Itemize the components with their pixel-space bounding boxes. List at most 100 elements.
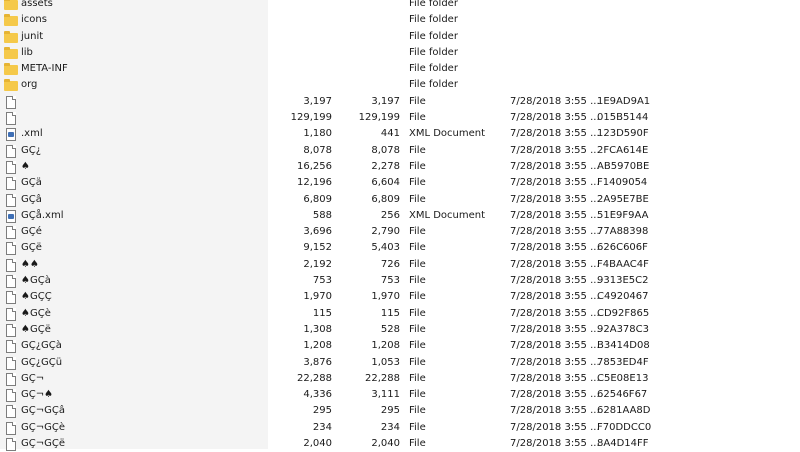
file-type: File bbox=[409, 95, 426, 107]
packed-size: 6,809 bbox=[371, 193, 400, 205]
file-list-row[interactable]: GÇé 3,696 2,790 File 7/28/2018 3:55 ... 77A88… bbox=[0, 224, 800, 240]
file-list-row[interactable]: META-INF File folder bbox=[0, 61, 800, 77]
packed-size: 3,111 bbox=[371, 389, 400, 401]
file-list-row[interactable]: ♠GÇà 753 753 File 7/28/2018 3:55 ... 9313E5C2 bbox=[0, 273, 800, 289]
file-icon bbox=[6, 226, 16, 240]
file-size: 3,696 bbox=[303, 226, 332, 238]
file-type: File folder bbox=[409, 14, 458, 26]
file-list-row[interactable]: GÇ¬GÇè 234 234 File 7/28/2018 3:55 ... F70DDC… bbox=[0, 420, 800, 436]
packed-size: 528 bbox=[380, 323, 400, 335]
crc-value: 92A378C3 bbox=[597, 323, 649, 335]
file-list-row[interactable]: GÇ¬♠ 4,336 3,111 File 7/28/2018 3:55 ... 6254… bbox=[0, 387, 800, 403]
file-size: 16,256 bbox=[297, 160, 332, 172]
file-size: 753 bbox=[312, 275, 332, 287]
file-type: File bbox=[409, 291, 426, 303]
packed-size: 2,040 bbox=[371, 438, 400, 450]
file-type: File bbox=[409, 112, 426, 124]
crc-value: 626C606F bbox=[597, 242, 648, 254]
file-icon bbox=[6, 160, 16, 174]
crc-value: 9313E5C2 bbox=[597, 275, 649, 287]
crc-value: 2A95E7BE bbox=[597, 193, 649, 205]
file-type: File bbox=[409, 177, 426, 189]
file-list-row[interactable]: org File folder bbox=[0, 77, 800, 93]
xml-file-icon bbox=[6, 128, 16, 142]
file-list-row[interactable]: GÇå.xml 588 256 XML Document 7/28/2018 3:55 … bbox=[0, 208, 800, 224]
file-name: GÇ¿ bbox=[21, 144, 42, 156]
crc-value: 51E9F9AA bbox=[597, 209, 649, 221]
file-list-row[interactable]: GÇ¿ 8,078 8,078 File 7/28/2018 3:55 ... 2FCA6… bbox=[0, 143, 800, 159]
date-modified: 7/28/2018 3:55 ... bbox=[510, 177, 600, 189]
crc-value: B3414D08 bbox=[597, 340, 650, 352]
file-list-row[interactable]: ♠GÇë 1,308 528 File 7/28/2018 3:55 ... 92A378… bbox=[0, 322, 800, 338]
file-type: File bbox=[409, 144, 426, 156]
file-list-row[interactable]: GÇ¬ 22,288 22,288 File 7/28/2018 3:55 ... C5E… bbox=[0, 371, 800, 387]
file-size: 4,336 bbox=[303, 389, 332, 401]
file-icon bbox=[6, 275, 16, 289]
file-list-row[interactable]: GÇâ 6,809 6,809 File 7/28/2018 3:55 ... 2A95E… bbox=[0, 192, 800, 208]
file-list-row[interactable]: icons File folder bbox=[0, 12, 800, 28]
file-list-row[interactable]: ♠ 16,256 2,278 File 7/28/2018 3:55 ... AB5970… bbox=[0, 159, 800, 175]
file-icon bbox=[6, 291, 16, 305]
file-type: File bbox=[409, 438, 426, 450]
file-icon bbox=[6, 144, 16, 158]
date-modified: 7/28/2018 3:55 ... bbox=[510, 421, 600, 433]
file-icon bbox=[6, 372, 16, 386]
date-modified: 7/28/2018 3:55 ... bbox=[510, 291, 600, 303]
file-name: ♠GÇè bbox=[21, 307, 51, 319]
crc-value: F4BAAC4F bbox=[597, 258, 649, 270]
file-size: 22,288 bbox=[297, 372, 332, 384]
file-list-row[interactable]: .xml 1,180 441 XML Document 7/28/2018 3:55 .… bbox=[0, 126, 800, 142]
file-name: ♠ bbox=[21, 160, 30, 172]
file-size: 6,809 bbox=[303, 193, 332, 205]
date-modified: 7/28/2018 3:55 ... bbox=[510, 372, 600, 384]
file-size: 9,152 bbox=[303, 242, 332, 254]
file-list-row[interactable]: 129,199 129,199 File 7/28/2018 3:55 ... 015B… bbox=[0, 110, 800, 126]
file-list-row[interactable]: GÇ¬GÇë 2,040 2,040 File 7/28/2018 3:55 ... 8A… bbox=[0, 436, 800, 452]
file-icon bbox=[6, 307, 16, 321]
crc-value: 2FCA614E bbox=[597, 144, 649, 156]
file-size: 1,970 bbox=[303, 291, 332, 303]
file-list-row[interactable]: GÇë 9,152 5,403 File 7/28/2018 3:55 ... 626C6… bbox=[0, 240, 800, 256]
folder-icon bbox=[4, 30, 18, 43]
file-list-row[interactable]: GÇ¿GÇü 3,876 1,053 File 7/28/2018 3:55 ... 78… bbox=[0, 355, 800, 371]
file-list-row[interactable]: junit File folder bbox=[0, 29, 800, 45]
crc-value: AB5970BE bbox=[597, 160, 650, 172]
file-list-row[interactable]: lib File folder bbox=[0, 45, 800, 61]
packed-size: 1,970 bbox=[371, 291, 400, 303]
file-list-row[interactable]: ♠GÇÇ 1,970 1,970 File 7/28/2018 3:55 ... C492… bbox=[0, 289, 800, 305]
folder-icon bbox=[4, 63, 18, 76]
file-type: File bbox=[409, 421, 426, 433]
date-modified: 7/28/2018 3:55 ... bbox=[510, 340, 600, 352]
packed-size: 441 bbox=[380, 128, 400, 140]
file-list[interactable]: assets File folder icons File folder junit Fi… bbox=[0, 0, 800, 452]
packed-size: 6,604 bbox=[371, 177, 400, 189]
file-list-row[interactable]: GÇä 12,196 6,604 File 7/28/2018 3:55 ... F140… bbox=[0, 175, 800, 191]
file-name: GÇ¬ bbox=[21, 372, 45, 384]
file-list-row[interactable]: ♠GÇè 115 115 File 7/28/2018 3:55 ... CD92F865 bbox=[0, 306, 800, 322]
file-name: assets bbox=[21, 0, 53, 9]
crc-value: C5E08E13 bbox=[597, 372, 649, 384]
date-modified: 7/28/2018 3:55 ... bbox=[510, 438, 600, 450]
file-type: File folder bbox=[409, 79, 458, 91]
file-list-row[interactable]: GÇ¬GÇâ 295 295 File 7/28/2018 3:55 ... 6281AA… bbox=[0, 403, 800, 419]
file-type: File bbox=[409, 405, 426, 417]
date-modified: 7/28/2018 3:55 ... bbox=[510, 144, 600, 156]
file-icon bbox=[6, 340, 16, 354]
packed-size: 256 bbox=[380, 209, 400, 221]
file-size: 129,199 bbox=[290, 112, 332, 124]
packed-size: 753 bbox=[380, 275, 400, 287]
file-name: GÇ¿GÇü bbox=[21, 356, 63, 368]
file-name: ♠GÇÇ bbox=[21, 291, 52, 303]
file-name: junit bbox=[21, 30, 44, 42]
file-list-row[interactable]: GÇ¿GÇà 1,208 1,208 File 7/28/2018 3:55 ... B3… bbox=[0, 338, 800, 354]
file-name: GÇë bbox=[21, 242, 42, 254]
file-size: 295 bbox=[312, 405, 332, 417]
file-list-row[interactable]: ♠♠ 2,192 726 File 7/28/2018 3:55 ... F4BAAC4F bbox=[0, 257, 800, 273]
file-list-row[interactable]: assets File folder bbox=[0, 0, 800, 12]
file-size: 12,196 bbox=[297, 177, 332, 189]
file-type: File folder bbox=[409, 63, 458, 75]
file-type: XML Document bbox=[409, 209, 486, 221]
file-list-row[interactable]: 3,197 3,197 File 7/28/2018 3:55 ... 1E9AD9A1 bbox=[0, 94, 800, 110]
file-size: 2,192 bbox=[303, 258, 332, 270]
file-size: 1,308 bbox=[303, 323, 332, 335]
